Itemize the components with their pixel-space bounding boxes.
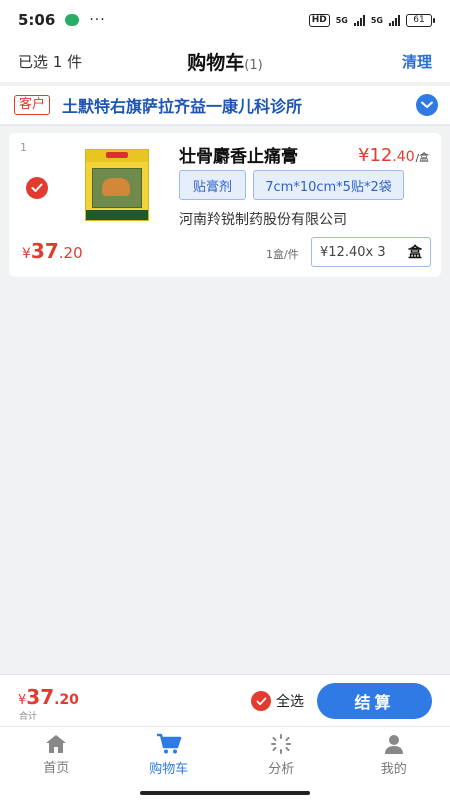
battery-icon: 61	[406, 13, 435, 27]
cart-icon	[156, 733, 181, 753]
item-index: 1	[20, 141, 27, 154]
tab-profile[interactable]: 我的	[338, 727, 450, 782]
cart-item-card: 1 壮骨麝香止痛膏 ¥12.40/盒 贴膏剂 7cm*10cm*5贴*2袋 河南…	[9, 133, 441, 277]
product-image[interactable]	[85, 149, 149, 221]
unit-price-int: 12	[369, 145, 393, 166]
chevron-down-icon[interactable]	[416, 94, 438, 116]
manufacturer: 河南羚锐制药股份有限公司	[179, 212, 347, 228]
customer-tag: 客户	[14, 95, 51, 115]
quantity-input[interactable]: ¥12.40x 3 盒	[311, 237, 431, 267]
signal-icon	[353, 14, 365, 26]
status-time: 5:06	[18, 11, 56, 29]
tab-analysis-label: 分析	[268, 761, 295, 777]
page-header: 已选 1 件 购物车(1) 清理	[0, 40, 450, 82]
more-notifications-icon: ···	[89, 12, 106, 28]
status-bar: 5:06 ··· HD 5G 5G 61	[0, 0, 450, 40]
analysis-icon	[271, 733, 292, 754]
total-amount: ¥37.20	[18, 685, 79, 709]
pack-info: 1盒/件	[266, 248, 299, 261]
tab-analysis[interactable]: 分析	[225, 727, 338, 782]
clear-button[interactable]: 清理	[402, 51, 432, 72]
tab-home[interactable]: 首页	[0, 727, 113, 782]
tab-profile-label: 我的	[380, 761, 407, 777]
select-all-toggle[interactable]: 全选	[251, 691, 304, 711]
wechat-icon	[65, 14, 80, 26]
quantity-text: ¥12.40x 3	[320, 244, 386, 260]
profile-icon	[384, 734, 403, 754]
network-label-1: 5G	[335, 15, 348, 25]
checkout-bar: ¥37.20 合计 全选 结算	[0, 674, 450, 726]
unit-price-yen: ¥	[358, 145, 370, 166]
specification-tag: 7cm*10cm*5贴*2袋	[253, 170, 404, 200]
total-int: 37	[26, 685, 55, 709]
home-icon	[46, 734, 67, 753]
select-all-checked-icon[interactable]	[251, 691, 271, 711]
quantity-unit: 盒	[408, 245, 422, 261]
bottom-tab-bar: 首页 购物车 分析 我的	[0, 726, 450, 782]
total-label: 合计	[19, 712, 38, 722]
item-subtotal: ¥37.20	[22, 239, 83, 263]
page-title-text: 购物车	[187, 51, 245, 74]
total-cents: .20	[54, 692, 79, 708]
unit-price-cents: .40	[392, 149, 415, 165]
item-checkbox-checked-icon[interactable]	[26, 177, 48, 199]
unit-price-unit: /盒	[415, 153, 429, 164]
tab-cart-label: 购物车	[149, 761, 189, 777]
product-name[interactable]: 壮骨麝香止痛膏	[179, 142, 298, 167]
subtotal-yen: ¥	[22, 246, 31, 262]
network-label-2: 5G	[370, 15, 383, 25]
home-gesture-bar[interactable]	[140, 791, 310, 795]
tab-cart[interactable]: 购物车	[113, 727, 226, 782]
signal-icon-2	[389, 14, 400, 26]
unit-price: ¥12.40/盒	[358, 145, 429, 166]
customer-selector[interactable]: 客户 土默特右旗萨拉齐益一康儿科诊所	[0, 86, 450, 126]
checkout-button[interactable]: 结算	[317, 683, 432, 719]
subtotal-int: 37	[30, 239, 59, 263]
select-all-label: 全选	[276, 694, 304, 710]
selected-count: 已选 1 件	[18, 52, 83, 71]
dosage-form-tag: 贴膏剂	[179, 170, 246, 200]
subtotal-cents: .20	[58, 244, 83, 262]
hd-icon: HD	[308, 13, 330, 27]
customer-name: 土默特右旗萨拉齐益一康儿科诊所	[62, 97, 303, 116]
cart-count: (1)	[244, 57, 263, 73]
tab-home-label: 首页	[43, 760, 70, 776]
